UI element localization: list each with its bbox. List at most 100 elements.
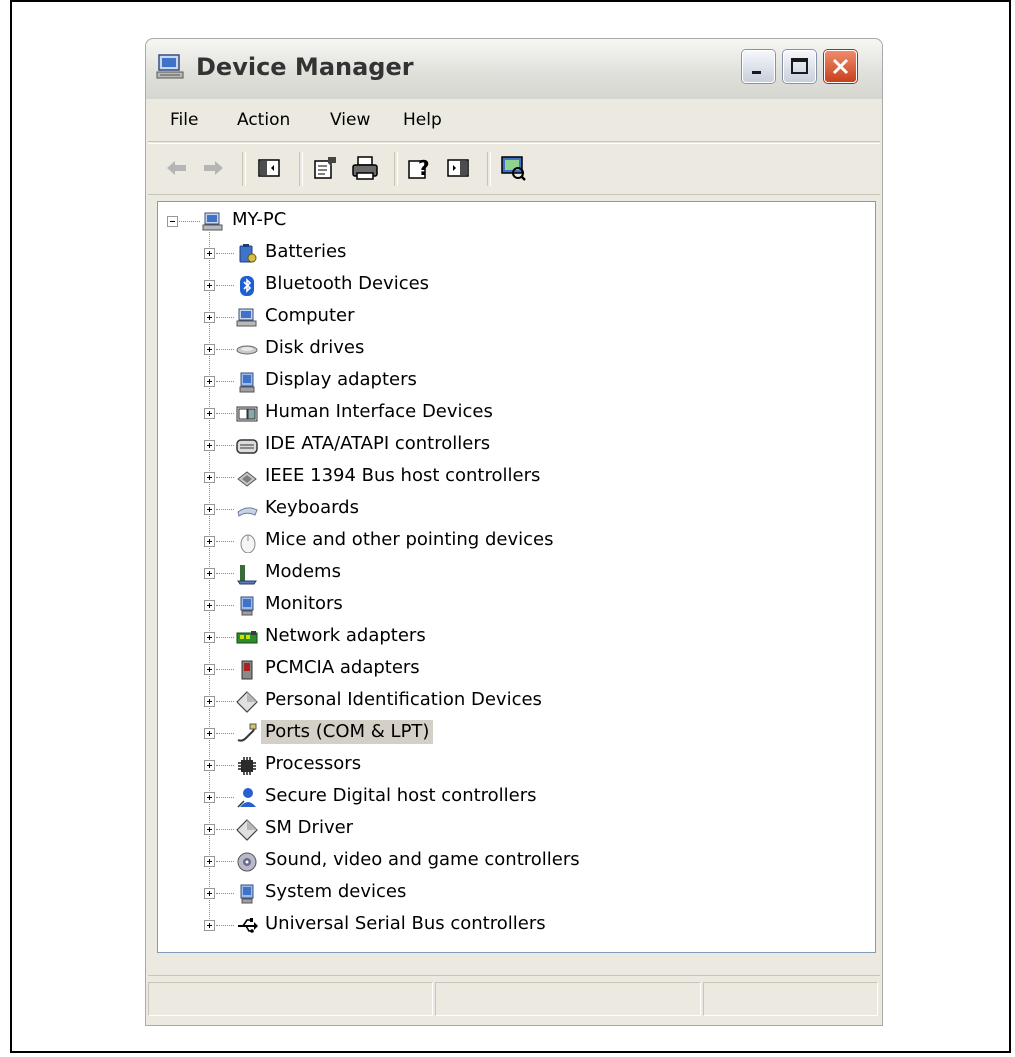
menu-view[interactable]: View bbox=[330, 110, 370, 130]
expand-toggle[interactable] bbox=[204, 632, 215, 643]
print-icon[interactable] bbox=[350, 153, 380, 183]
help-icon[interactable]: ? bbox=[405, 153, 435, 183]
expand-toggle[interactable] bbox=[204, 376, 215, 387]
sd-controller-icon bbox=[236, 787, 258, 809]
menu-file[interactable]: File bbox=[170, 110, 198, 130]
expand-toggle[interactable] bbox=[204, 888, 215, 899]
tree-item-label[interactable]: Batteries bbox=[261, 240, 350, 264]
menu-help[interactable]: Help bbox=[403, 110, 442, 130]
usb-icon bbox=[236, 915, 258, 937]
tree-item-label[interactable]: Sound, video and game controllers bbox=[261, 848, 584, 872]
network-adapter-icon bbox=[236, 627, 258, 649]
minimize-button[interactable] bbox=[742, 50, 775, 83]
tree-item-label[interactable]: Ports (COM & LPT) bbox=[261, 720, 434, 744]
battery-icon bbox=[236, 243, 258, 265]
tree-item-label[interactable]: Display adapters bbox=[261, 368, 421, 392]
expand-toggle[interactable] bbox=[204, 536, 215, 547]
tree-item-label[interactable]: Monitors bbox=[261, 592, 347, 616]
tree-item-label[interactable]: Processors bbox=[261, 752, 365, 776]
bluetooth-icon bbox=[236, 275, 258, 297]
hid-icon bbox=[236, 403, 258, 425]
tree-item-label[interactable]: Keyboards bbox=[261, 496, 363, 520]
device-tree[interactable]: MY-PC Batteries Bluetooth Devices Computer D… bbox=[157, 201, 876, 953]
close-button[interactable] bbox=[824, 50, 857, 83]
tree-connector bbox=[216, 317, 234, 318]
scan-hardware-icon[interactable] bbox=[498, 153, 528, 183]
tree-item-label[interactable]: Computer bbox=[261, 304, 358, 328]
tree-root-label[interactable]: MY-PC bbox=[228, 208, 290, 232]
tree-connector bbox=[216, 349, 234, 350]
tree-item-label[interactable]: Bluetooth Devices bbox=[261, 272, 433, 296]
tree-item-label[interactable]: Mice and other pointing devices bbox=[261, 528, 557, 552]
computer-icon bbox=[236, 307, 258, 329]
tree-item-label[interactable]: IEEE 1394 Bus host controllers bbox=[261, 464, 544, 488]
expand-toggle[interactable] bbox=[204, 696, 215, 707]
expand-toggle[interactable] bbox=[204, 920, 215, 931]
tree-connector bbox=[216, 285, 234, 286]
expand-toggle[interactable] bbox=[204, 856, 215, 867]
system-device-icon bbox=[236, 883, 258, 905]
toolbar: ? bbox=[148, 143, 880, 195]
expand-toggle[interactable] bbox=[204, 280, 215, 291]
computer-icon bbox=[156, 54, 184, 79]
tree-connector bbox=[216, 605, 234, 606]
tree-connector bbox=[216, 477, 234, 478]
tree-item-label[interactable]: PCMCIA adapters bbox=[261, 656, 424, 680]
status-pane bbox=[703, 982, 878, 1016]
mouse-icon bbox=[236, 531, 258, 554]
expand-toggle[interactable] bbox=[204, 728, 215, 739]
expand-toggle[interactable] bbox=[204, 408, 215, 419]
expand-toggle[interactable] bbox=[204, 344, 215, 355]
expand-toggle[interactable] bbox=[204, 248, 215, 259]
tree-item-label[interactable]: Secure Digital host controllers bbox=[261, 784, 541, 808]
monitor-icon bbox=[236, 595, 258, 617]
expand-toggle[interactable] bbox=[204, 504, 215, 515]
device-manager-window: Device Manager File Action View Help ? M… bbox=[145, 38, 883, 1026]
close-icon bbox=[832, 58, 849, 75]
tree-connector bbox=[216, 733, 234, 734]
expand-toggle[interactable] bbox=[204, 664, 215, 675]
collapse-toggle[interactable] bbox=[167, 216, 178, 227]
forward-icon[interactable] bbox=[198, 153, 228, 183]
tree-connector bbox=[216, 797, 234, 798]
tree-connector bbox=[216, 637, 234, 638]
expand-toggle[interactable] bbox=[204, 472, 215, 483]
tree-item-label[interactable]: IDE ATA/ATAPI controllers bbox=[261, 432, 494, 456]
expand-toggle[interactable] bbox=[204, 440, 215, 451]
toolbar-separator bbox=[487, 152, 491, 186]
tree-item-label[interactable]: System devices bbox=[261, 880, 410, 904]
tree-connector bbox=[216, 701, 234, 702]
expand-toggle[interactable] bbox=[204, 312, 215, 323]
maximize-button[interactable] bbox=[783, 50, 816, 83]
expand-toggle[interactable] bbox=[204, 568, 215, 579]
tree-connector bbox=[216, 381, 234, 382]
ieee1394-icon bbox=[236, 467, 258, 489]
tree-connector bbox=[216, 573, 234, 574]
svg-text:?: ? bbox=[418, 156, 430, 180]
computer-icon bbox=[202, 211, 224, 233]
status-pane bbox=[148, 982, 433, 1016]
back-icon[interactable] bbox=[162, 153, 192, 183]
diamond-icon bbox=[236, 819, 258, 841]
show-hide-console-tree-icon[interactable] bbox=[254, 153, 284, 183]
tree-connector bbox=[216, 253, 234, 254]
tree-item-label[interactable]: Network adapters bbox=[261, 624, 430, 648]
tree-item-label[interactable]: SM Driver bbox=[261, 816, 357, 840]
tree-item-label[interactable]: Universal Serial Bus controllers bbox=[261, 912, 550, 936]
properties-icon[interactable] bbox=[310, 153, 340, 183]
show-hide-action-pane-icon[interactable] bbox=[443, 153, 473, 183]
tree-item-label[interactable]: Modems bbox=[261, 560, 345, 584]
tree-item-label[interactable]: Disk drives bbox=[261, 336, 368, 360]
expand-toggle[interactable] bbox=[204, 760, 215, 771]
tree-item-label[interactable]: Personal Identification Devices bbox=[261, 688, 546, 712]
port-icon bbox=[236, 723, 258, 745]
expand-toggle[interactable] bbox=[204, 824, 215, 835]
menu-bar: File Action View Help bbox=[148, 101, 880, 142]
tree-item-label[interactable]: Human Interface Devices bbox=[261, 400, 497, 424]
maximize-icon bbox=[791, 58, 808, 74]
pcmcia-icon bbox=[236, 659, 258, 681]
menu-action[interactable]: Action bbox=[237, 110, 290, 130]
expand-toggle[interactable] bbox=[204, 600, 215, 611]
title-bar[interactable]: Device Manager bbox=[146, 39, 882, 99]
expand-toggle[interactable] bbox=[204, 792, 215, 803]
